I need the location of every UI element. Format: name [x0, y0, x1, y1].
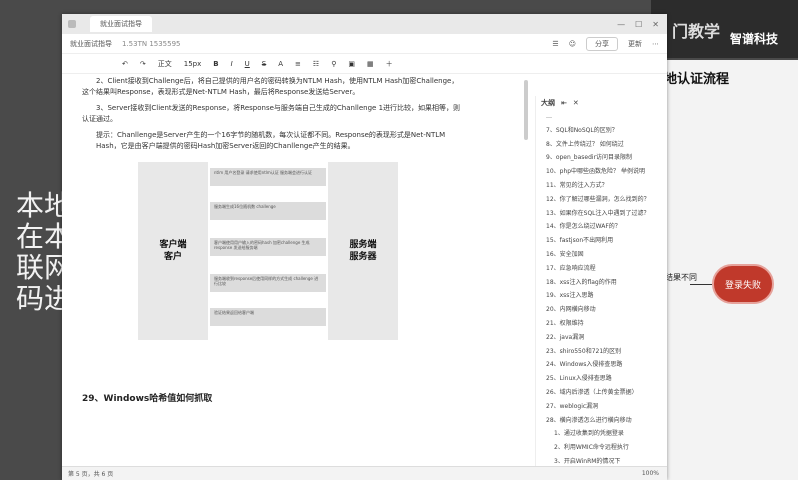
outline-item[interactable]: 11、常见的注入方式？: [536, 179, 667, 193]
client-label: 客户端: [159, 240, 187, 250]
diagram-arrow: 验证结果返回给客户端: [210, 308, 326, 326]
font-color-button[interactable]: A: [278, 60, 283, 68]
outline-item[interactable]: 20、内网横向移动: [536, 303, 667, 317]
outline-item[interactable]: 28、横向渗透怎么进行横向移动: [536, 414, 667, 428]
page-indicator: 第 5 页，共 6 页: [68, 471, 114, 478]
section-heading: 29、Windows哈希值如何抓取: [82, 394, 213, 404]
outline-item[interactable]: 8、文件上传绕过？ 如何绕过: [536, 138, 667, 152]
minimize-icon[interactable]: —: [617, 20, 625, 29]
document-id: 1.53TN 1535595: [122, 39, 181, 48]
format-toolbar: ↶ ↷ 正文 15px B I U S A ≡ ☷ ⚲ ▣ ▦ ＋: [62, 54, 667, 74]
paragraph: 3、Server接收到Client发送的Response，将Response与服…: [82, 104, 461, 123]
client-box: 客户端 客户: [138, 162, 208, 340]
outline-item[interactable]: 18、xss注入的flag的作用: [536, 276, 667, 290]
outline-item[interactable]: 21、权限维持: [536, 317, 667, 331]
style-select[interactable]: 正文: [158, 59, 172, 69]
outline-item[interactable]: 22、java漏洞: [536, 331, 667, 345]
outline-item[interactable]: 9、open_basedir访问目录限制: [536, 151, 667, 165]
document-header: 就业面试指导 1.53TN 1535595 ☰ ☺ 分享 更新 ⋯: [62, 34, 667, 54]
close-icon[interactable]: ✕: [652, 20, 659, 29]
outline-close-icon[interactable]: ✕: [573, 99, 579, 107]
tab-document[interactable]: 就业面试指导: [90, 16, 152, 32]
user-icon[interactable]: ☺: [569, 40, 576, 48]
outline-collapse-icon[interactable]: ⇤: [561, 99, 567, 107]
bg-brand-text: 门教学: [672, 22, 721, 41]
image-icon[interactable]: ▣: [348, 60, 355, 68]
outline-item[interactable]: …: [536, 110, 667, 124]
editor-window: 就业面试指导 — ☐ ✕ 就业面试指导 1.53TN 1535595 ☰ ☺ 分…: [62, 14, 667, 480]
note-paragraph: 提示：Chanllenge是Server产生的一个16字节的随机数，每次认证都不…: [96, 131, 446, 150]
insert-icon[interactable]: ＋: [386, 59, 393, 69]
server-label: 服务端: [349, 240, 377, 250]
font-size-select[interactable]: 15px: [184, 60, 202, 68]
outline-item[interactable]: 17、应急响应流程: [536, 262, 667, 276]
outline-item[interactable]: 24、Windows入侵排查思路: [536, 358, 667, 372]
undo-icon[interactable]: ↶: [122, 60, 128, 68]
outline-item[interactable]: 27、weblogic漏洞: [536, 400, 667, 414]
bg-logo: 智谱科技: [730, 32, 779, 46]
document-title: 就业面试指导: [70, 39, 112, 48]
diagram-arrow: 服务端收到response后使用同样的方式生成 challenge 进行比较: [210, 274, 326, 292]
document-actions: ☰ ☺ 分享 更新 ⋯: [552, 36, 659, 51]
outline-item[interactable]: 26、域内后渗透（上传黄金票据）: [536, 386, 667, 400]
bg-fail-connector: [690, 284, 712, 285]
status-bar: 第 5 页，共 6 页 100%: [62, 466, 667, 480]
outline-sidebar: 大纲 ⇤ ✕ … 7、SQL和NoSQL的区别？ 8、文件上传绕过？ 如何绕过 9、o…: [535, 96, 667, 480]
outline-header: 大纲 ⇤ ✕: [536, 96, 667, 110]
outline-item[interactable]: 12、你了解过哪些漏洞，怎么找到的？: [536, 193, 667, 207]
diagram-arrow: 服务端生成16位随机数 challenge: [210, 202, 326, 220]
diagram-arrow: ntlm 用户名登录 请求使用ntlm认证 服务端会进行认证: [210, 168, 326, 186]
redo-icon[interactable]: ↷: [140, 60, 146, 68]
paragraph: 2、Client接收到Challenge后，将自己提供的用户名的密码转换为NTL…: [82, 77, 459, 96]
share-button[interactable]: 分享: [586, 36, 618, 51]
update-button[interactable]: 更新: [628, 39, 642, 49]
align-icon[interactable]: ≡: [295, 60, 301, 68]
outline-title: 大纲: [541, 99, 555, 107]
server-label-2: 服务器: [349, 252, 377, 262]
app-icon: [68, 20, 76, 28]
outline-item[interactable]: 10、php中哪些函数危险？ 举例说明: [536, 165, 667, 179]
bold-button[interactable]: B: [213, 60, 218, 68]
outline-list: … 7、SQL和NoSQL的区别？ 8、文件上传绕过？ 如何绕过 9、open_bas…: [536, 110, 667, 480]
outline-item[interactable]: 23、shiro550和721的区别: [536, 345, 667, 359]
maximize-icon[interactable]: ☐: [635, 20, 642, 29]
outline-item[interactable]: 1、通过收集到的凭据登录: [536, 427, 667, 441]
bg-fail-label: 结果不同: [665, 273, 697, 282]
server-box: 服务端 服务器: [328, 162, 398, 340]
outline-item[interactable]: 14、你是怎么绕过WAF的？: [536, 220, 667, 234]
document-body: 2、Client接收到Challenge后，将自己提供的用户名的密码转换为NTL…: [82, 76, 462, 472]
outline-item[interactable]: 2、利用WMIC命令远程执行: [536, 441, 667, 455]
italic-button[interactable]: I: [231, 60, 233, 68]
outline-item[interactable]: 16、安全加固: [536, 248, 667, 262]
comment-icon[interactable]: ☰: [552, 40, 558, 48]
table-icon[interactable]: ▦: [367, 60, 374, 68]
list-icon[interactable]: ☷: [313, 60, 319, 68]
bg-login-fail-node: 登录失败: [712, 264, 774, 304]
title-bar: 就业面试指导 — ☐ ✕: [62, 14, 667, 34]
scrollbar[interactable]: [524, 80, 528, 140]
outline-item[interactable]: 19、xss注入思路: [536, 289, 667, 303]
outline-item[interactable]: 15、fastjson不出网利用: [536, 234, 667, 248]
outline-item[interactable]: 7、SQL和NoSQL的区别？: [536, 124, 667, 138]
underline-button[interactable]: U: [245, 60, 250, 68]
more-icon[interactable]: ⋯: [652, 40, 659, 48]
outline-item[interactable]: 25、Linux入侵排查思路: [536, 372, 667, 386]
strike-button[interactable]: S: [262, 60, 266, 68]
link-icon[interactable]: ⚲: [331, 60, 336, 68]
window-controls: — ☐ ✕: [617, 20, 667, 29]
diagram-arrow: 客户端使用用户输入的密码hash 加密challenge 生成response …: [210, 238, 326, 256]
ntlm-diagram: 客户端客户 ntlm 用户名登录 请求使用ntlm认证 服务端会进行认证 服务端…: [138, 162, 398, 340]
client-label-2: 客户: [163, 252, 182, 262]
outline-item[interactable]: 13、如果你在SQL注入中遇到了过滤？: [536, 207, 667, 221]
screen: 本地 在本 联网 码进 门教学 智谱科技 本地认证流程 结果不同 登录失败 就业…: [0, 0, 798, 480]
zoom-level[interactable]: 100%: [642, 470, 667, 477]
